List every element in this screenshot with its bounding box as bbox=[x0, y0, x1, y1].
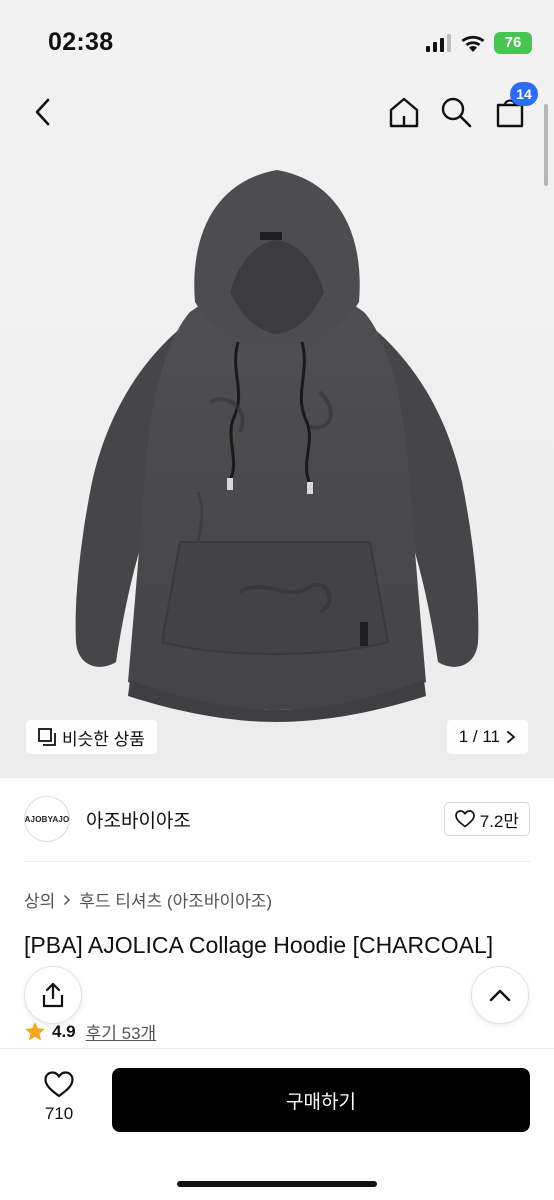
similar-products-label: 비슷한 상품 bbox=[62, 729, 145, 749]
similar-products-button[interactable]: 비슷한 상품 bbox=[26, 720, 157, 754]
review-link[interactable]: 후기 53개 bbox=[86, 1019, 157, 1044]
scroll-to-top-button[interactable] bbox=[471, 966, 529, 1024]
brand-like-count: 7.2만 bbox=[479, 811, 519, 831]
cart-icon[interactable]: 14 bbox=[492, 82, 538, 130]
heart-icon bbox=[454, 810, 475, 828]
heart-icon bbox=[44, 1071, 74, 1098]
top-navigation: 14 bbox=[0, 82, 554, 142]
home-indicator[interactable] bbox=[177, 1181, 377, 1187]
star-icon bbox=[25, 1022, 45, 1041]
chevron-right-icon bbox=[507, 731, 516, 743]
wishlist-count: 710 bbox=[44, 1104, 74, 1123]
wishlist-button[interactable]: 710 bbox=[30, 1071, 88, 1124]
image-counter[interactable]: 1 / 11 bbox=[446, 720, 528, 754]
search-icon[interactable] bbox=[438, 94, 474, 130]
product-image-gallery[interactable]: 02:38 76 14 비슷한 상품 1 / 11 bbox=[0, 0, 554, 778]
product-image[interactable] bbox=[70, 162, 484, 722]
status-bar: 02:38 76 bbox=[0, 0, 554, 84]
divider bbox=[24, 861, 530, 862]
brand-logo[interactable]: AJOBYAJO bbox=[24, 796, 70, 842]
chevron-right-icon bbox=[64, 894, 71, 905]
bottom-action-bar: 710 구매하기 bbox=[0, 1048, 554, 1200]
brand-row[interactable]: AJOBYAJO 아조바이아조 7.2만 bbox=[24, 796, 530, 842]
buy-button[interactable]: 구매하기 bbox=[112, 1068, 530, 1132]
breadcrumb-subcategory[interactable]: 후드 티셔츠 (아조바이아조) bbox=[79, 887, 272, 912]
home-icon[interactable] bbox=[386, 94, 422, 130]
brand-name[interactable]: 아조바이아조 bbox=[86, 806, 191, 833]
breadcrumb-category[interactable]: 상의 bbox=[24, 887, 55, 912]
image-counter-label: 1 / 11 bbox=[458, 727, 500, 746]
wifi-icon bbox=[461, 35, 485, 52]
status-time: 02:38 bbox=[48, 28, 114, 56]
share-button[interactable] bbox=[24, 966, 82, 1024]
rating-score: 4.9 bbox=[52, 1021, 76, 1041]
product-title: [PBA] AJOLICA Collage Hoodie [CHARCOAL] bbox=[24, 932, 494, 958]
cellular-signal-icon bbox=[426, 34, 451, 52]
chevron-up-icon bbox=[489, 989, 511, 1002]
cart-badge: 14 bbox=[510, 82, 538, 106]
battery-charging-icon: 76 bbox=[494, 32, 532, 54]
scrollbar[interactable] bbox=[544, 104, 548, 186]
copy-icon bbox=[38, 728, 56, 746]
back-arrow-icon[interactable] bbox=[26, 96, 58, 128]
breadcrumb: 상의 후드 티셔츠 (아조바이아조) bbox=[24, 887, 272, 912]
brand-like-button[interactable]: 7.2만 bbox=[443, 802, 530, 836]
share-icon bbox=[42, 982, 64, 1008]
